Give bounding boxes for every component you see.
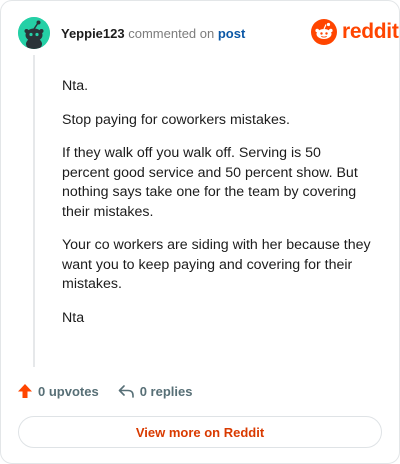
upvote-arrow-icon [18,384,32,398]
reddit-comment-card: Yeppie123 commented on post reddit Nta. … [0,0,400,464]
snoo-avatar-icon [18,17,50,49]
reply-arrow-icon [118,385,134,398]
comment-paragraph: If they walk off you walk off. Serving i… [62,145,358,220]
comment-paragraph: Nta. [62,78,89,94]
comment-header: Yeppie123 commented on post [61,26,245,42]
reply-count: 0 replies [139,383,193,399]
username-link[interactable]: Yeppie123 [61,26,125,41]
reddit-logo[interactable]: reddit [311,19,399,45]
comment-paragraph: Your co workers are siding with her beca… [62,237,371,292]
comment-paragraph: Stop paying for coworkers mistakes. [62,111,290,128]
comment-paragraph: Nta [62,309,85,326]
user-avatar[interactable] [18,17,50,49]
reddit-wordmark: reddit [342,20,399,43]
reddit-snoo-icon [311,19,337,45]
comment-actions: 0 upvotes 0 replies [17,383,192,399]
view-more-button[interactable]: View more on Reddit [18,416,382,448]
comment-body: Nta. Stop paying for coworkers mistakes.… [62,77,372,342]
commented-on-text: commented on [128,26,215,41]
thread-line [33,55,35,367]
upvote-count: 0 upvotes [38,383,99,399]
reply-button[interactable]: 0 replies [117,383,193,399]
upvote-button[interactable]: 0 upvotes [17,383,99,399]
post-link[interactable]: post [218,26,245,41]
